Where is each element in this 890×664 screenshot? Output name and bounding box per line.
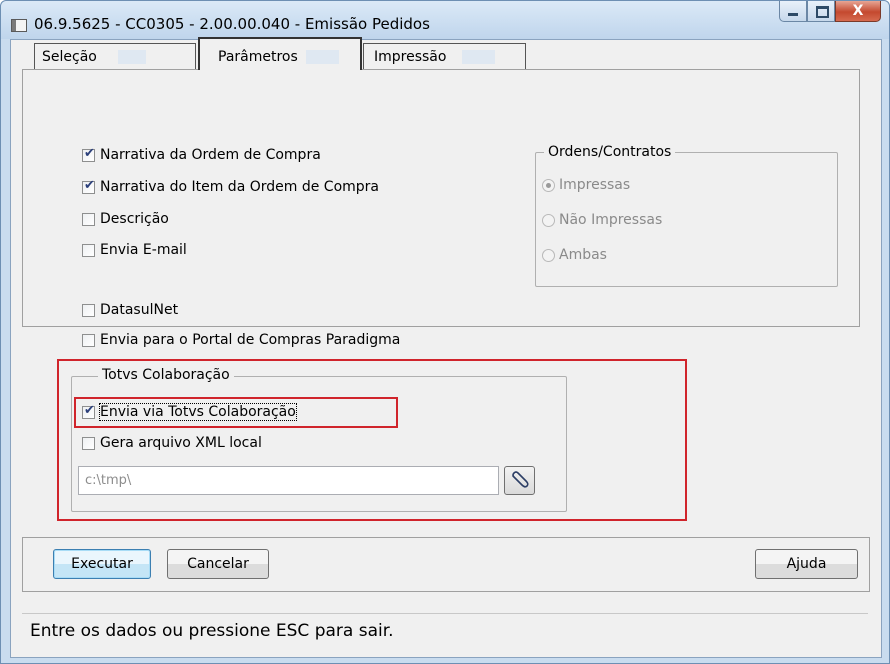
tab-parametros-label: Parâmetros xyxy=(218,49,298,65)
maximize-icon xyxy=(816,6,829,18)
title-bar[interactable]: 06.9.5625 - CC0305 - 2.00.00.040 - Emiss… xyxy=(1,1,889,39)
checkbox-portal-paradigma[interactable]: Envia para o Portal de Compras Paradigma xyxy=(82,331,400,349)
checkmark-icon xyxy=(84,179,95,193)
close-icon: X xyxy=(852,3,864,19)
tab-parametros[interactable]: Parâmetros xyxy=(198,37,362,70)
minimize-icon xyxy=(788,13,798,16)
radio-nao-impressas[interactable]: Não Impressas xyxy=(542,212,662,228)
checkbox-datasulnet[interactable]: DatasulNet xyxy=(82,301,178,319)
tab-impressao[interactable]: Impressão xyxy=(363,43,526,69)
radio-ambas[interactable]: Ambas xyxy=(542,247,607,263)
radio-label: Impressas xyxy=(559,177,631,193)
radio-label: Não Impressas xyxy=(559,212,663,228)
checkbox-box[interactable] xyxy=(82,147,95,162)
status-bar: Entre os dados ou pressione ESC para sai… xyxy=(22,613,868,647)
checkbox-narrativa-item[interactable]: Narrativa do Item da Ordem de Compra xyxy=(82,178,379,196)
window-icon[interactable] xyxy=(11,19,27,32)
checkbox-descricao[interactable]: Descrição xyxy=(82,210,169,228)
checkbox-envia-email[interactable]: Envia E-mail xyxy=(82,241,187,259)
checkbox-box[interactable] xyxy=(82,243,95,257)
close-button[interactable]: X xyxy=(835,1,881,22)
checkbox-label: Descrição xyxy=(100,211,169,227)
minimize-button[interactable] xyxy=(779,1,807,22)
tab-selecao[interactable]: Seleção xyxy=(34,43,196,69)
checkmark-icon xyxy=(84,147,95,161)
ordens-contratos-title: Ordens/Contratos xyxy=(544,144,676,160)
checkbox-label: Envia para o Portal de Compras Paradigma xyxy=(100,332,401,348)
checkbox-narrativa-ordem[interactable]: Narrativa da Ordem de Compra xyxy=(82,146,321,164)
checkbox-box[interactable] xyxy=(82,179,95,194)
radio-impressas[interactable]: Impressas xyxy=(542,177,630,193)
radio-button[interactable] xyxy=(542,213,555,227)
window-controls: X xyxy=(779,1,881,25)
tab-selecao-label: Seleção xyxy=(42,49,97,65)
highlight-envia-totvs xyxy=(74,397,398,428)
checkbox-label: Narrativa do Item da Ordem de Compra xyxy=(100,179,379,195)
cancelar-button[interactable]: Cancelar xyxy=(167,549,269,579)
radio-button[interactable] xyxy=(542,248,555,262)
checkbox-box[interactable] xyxy=(82,333,95,347)
window-title: 06.9.5625 - CC0305 - 2.00.00.040 - Emiss… xyxy=(34,15,430,33)
checkbox-label: Envia E-mail xyxy=(100,242,187,258)
radio-label: Ambas xyxy=(559,247,607,263)
tab-impressao-bar xyxy=(462,50,495,64)
highlight-totvs-section xyxy=(57,359,687,521)
radio-button[interactable] xyxy=(542,178,555,192)
tab-parametros-bar xyxy=(306,50,339,64)
radio-dot xyxy=(546,182,551,188)
tab-impressao-label: Impressão xyxy=(374,49,447,65)
maximize-button[interactable] xyxy=(807,1,835,22)
app-window: 06.9.5625 - CC0305 - 2.00.00.040 - Emiss… xyxy=(0,0,890,664)
checkbox-box[interactable] xyxy=(82,212,95,226)
tab-selecao-bar xyxy=(118,50,146,64)
executar-button[interactable]: Executar xyxy=(53,549,151,579)
checkbox-box[interactable] xyxy=(82,303,95,317)
checkbox-label: DatasulNet xyxy=(100,302,179,318)
ajuda-button[interactable]: Ajuda xyxy=(755,549,858,579)
checkbox-label: Narrativa da Ordem de Compra xyxy=(100,147,321,163)
